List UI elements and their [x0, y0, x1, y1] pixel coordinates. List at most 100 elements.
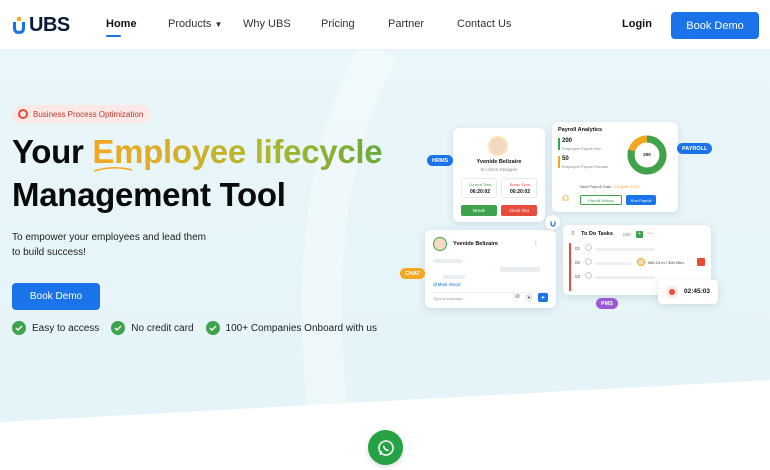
- nav-products[interactable]: Products ▼: [168, 18, 222, 30]
- break-button[interactable]: Break: [461, 205, 497, 216]
- hero-subtitle: To empower your employees and lead them …: [12, 232, 206, 258]
- more-options-icon[interactable]: ⋮: [533, 240, 539, 247]
- benefit-label: Easy to access: [32, 322, 100, 334]
- task-row-number: 02: [575, 260, 581, 265]
- task-line: [595, 262, 631, 265]
- nav-active-indicator: [106, 35, 121, 37]
- next-payroll-date: 25 April, 2023: [614, 184, 639, 189]
- nav-why-ubs[interactable]: Why UBS: [243, 18, 291, 30]
- brand-name: UBS: [29, 14, 70, 36]
- check-circle-icon: [12, 321, 26, 335]
- stop-icon[interactable]: [697, 258, 705, 266]
- benefit-item: No credit card: [111, 321, 194, 335]
- hrms-card: Yvenide Belizaire Sr UI/UX Designer Curr…: [453, 128, 545, 222]
- benefit-item: Easy to access: [12, 321, 99, 335]
- more-options-icon[interactable]: ⋯: [647, 230, 653, 237]
- break-time-value: 00:20:02: [509, 189, 530, 195]
- payroll-run-label: Employee Payroll Run: [562, 146, 602, 151]
- nav-book-demo-button[interactable]: Book Demo: [671, 12, 759, 39]
- nav-partner[interactable]: Partner: [388, 18, 424, 30]
- chat-message-input[interactable]: Type a message...: [433, 296, 466, 301]
- headset-icon: ☊: [562, 194, 570, 203]
- caret-down-icon: ▼: [214, 20, 223, 29]
- next-payroll-label: Next Payroll Date :: [580, 184, 614, 189]
- benefit-label: 100+ Companies Onboard with us: [225, 322, 377, 334]
- task-line: [595, 276, 655, 279]
- business-process-chip: Business Process Optimization: [12, 105, 152, 123]
- run-indicator: [558, 138, 560, 150]
- ubs-badge-icon: [545, 215, 560, 230]
- hero-book-demo-button[interactable]: Book Demo: [12, 283, 100, 310]
- record-icon[interactable]: [666, 286, 678, 298]
- task-line: [595, 248, 655, 251]
- task-check-icon[interactable]: ◯: [585, 272, 592, 279]
- task-check-icon[interactable]: ◯: [585, 258, 592, 265]
- payroll-tag: PAYROLL: [677, 143, 713, 154]
- payroll-remain-label: Employee Payroll Remain: [562, 164, 609, 169]
- pms-tag: PMS: [596, 298, 618, 309]
- nav-pricing[interactable]: Pricing: [321, 18, 355, 30]
- chat-message-line: [443, 275, 465, 279]
- task-duration: 06h 14 m / 30h 00m: [648, 260, 684, 265]
- payroll-history-button[interactable]: Payroll History: [580, 195, 622, 205]
- target-icon: [18, 109, 28, 119]
- ubs-logo-icon: [12, 16, 26, 35]
- benefit-label: No credit card: [131, 322, 194, 334]
- attachment-icon[interactable]: ⊘: [515, 293, 520, 300]
- chat-tag: CHAT: [400, 268, 425, 279]
- payroll-remain-count: 50: [562, 156, 569, 162]
- hrms-tag: HRMS: [427, 155, 454, 166]
- task-check-icon[interactable]: ◯: [585, 244, 592, 251]
- hrms-employee-name: Yvenide Belizaire: [476, 159, 522, 165]
- hero-headline-line2: Management Tool: [12, 176, 286, 213]
- microphone-icon[interactable]: ⦿: [526, 293, 532, 302]
- priority-bar: [569, 243, 571, 291]
- timer-value: 02:45:03: [684, 288, 711, 295]
- current-time-box: Current Time 06:20:02: [461, 178, 497, 198]
- check-circle-icon: [205, 321, 220, 335]
- remain-indicator: [558, 156, 560, 168]
- next-payroll-row: Next Payroll Date : 25 April, 2023: [580, 184, 639, 189]
- chip-label: Business Process Optimization: [33, 109, 144, 119]
- chat-mention: @Mark Wood: [433, 282, 461, 287]
- login-link[interactable]: Login: [622, 18, 652, 30]
- top-navbar: UBS Home Products ▼ Why UBS Pricing Part…: [0, 0, 770, 50]
- brand-logo[interactable]: UBS: [12, 14, 70, 37]
- assignee-avatar: [637, 258, 645, 266]
- benefit-item: 100+ Companies Onboard with us: [205, 321, 377, 335]
- payroll-run-count: 200: [562, 138, 573, 144]
- nav-products-label: Products: [168, 18, 212, 30]
- current-time-value: 06:20:02: [469, 189, 490, 195]
- whatsapp-button[interactable]: [368, 430, 403, 465]
- timer-widget: 02:45:03: [658, 280, 718, 304]
- chat-message-line: [433, 259, 463, 263]
- headline-highlight: Employee lifecycle: [92, 133, 383, 170]
- chat-avatar: [433, 237, 447, 251]
- clock-out-button[interactable]: Clock Out: [501, 205, 537, 216]
- add-task-icon[interactable]: +: [636, 231, 643, 238]
- break-time-box: Break Time 00:20:02: [501, 178, 537, 198]
- break-time-label: Break Time: [509, 182, 531, 187]
- headline-swoosh: [93, 167, 133, 172]
- hrms-employee-role: Sr UI/UX Designer: [480, 167, 518, 172]
- chat-message-line: [500, 267, 540, 272]
- benefits-list: Easy to access No credit card 100+ Compa…: [12, 321, 377, 335]
- pms-count: (05): [623, 232, 632, 237]
- send-icon[interactable]: ➤: [538, 293, 548, 302]
- pms-title: To Do Tasks: [581, 231, 613, 237]
- task-row-number: 01: [575, 246, 581, 251]
- headline-part1: Your: [12, 133, 93, 170]
- employee-avatar: [488, 136, 508, 156]
- nav-contact-us[interactable]: Contact Us: [457, 18, 511, 30]
- chat-contact-name: Yvenide Belizaire: [453, 241, 498, 247]
- whatsapp-icon: [377, 439, 394, 456]
- check-circle-icon: [111, 321, 126, 335]
- chat-card: Yvenide Belizaire ⋮ @Mark Wood Type a me…: [425, 230, 556, 308]
- run-payroll-button[interactable]: Run Payroll: [626, 195, 656, 205]
- payroll-title: Payroll Analytics: [558, 127, 603, 133]
- task-row-number: 03: [575, 274, 581, 279]
- payroll-card: Payroll Analytics 200 Employee Payroll R…: [552, 122, 678, 212]
- drag-handle-icon[interactable]: ⠿: [571, 231, 575, 237]
- current-time-label: Current Time: [468, 182, 492, 187]
- nav-home[interactable]: Home: [106, 18, 137, 30]
